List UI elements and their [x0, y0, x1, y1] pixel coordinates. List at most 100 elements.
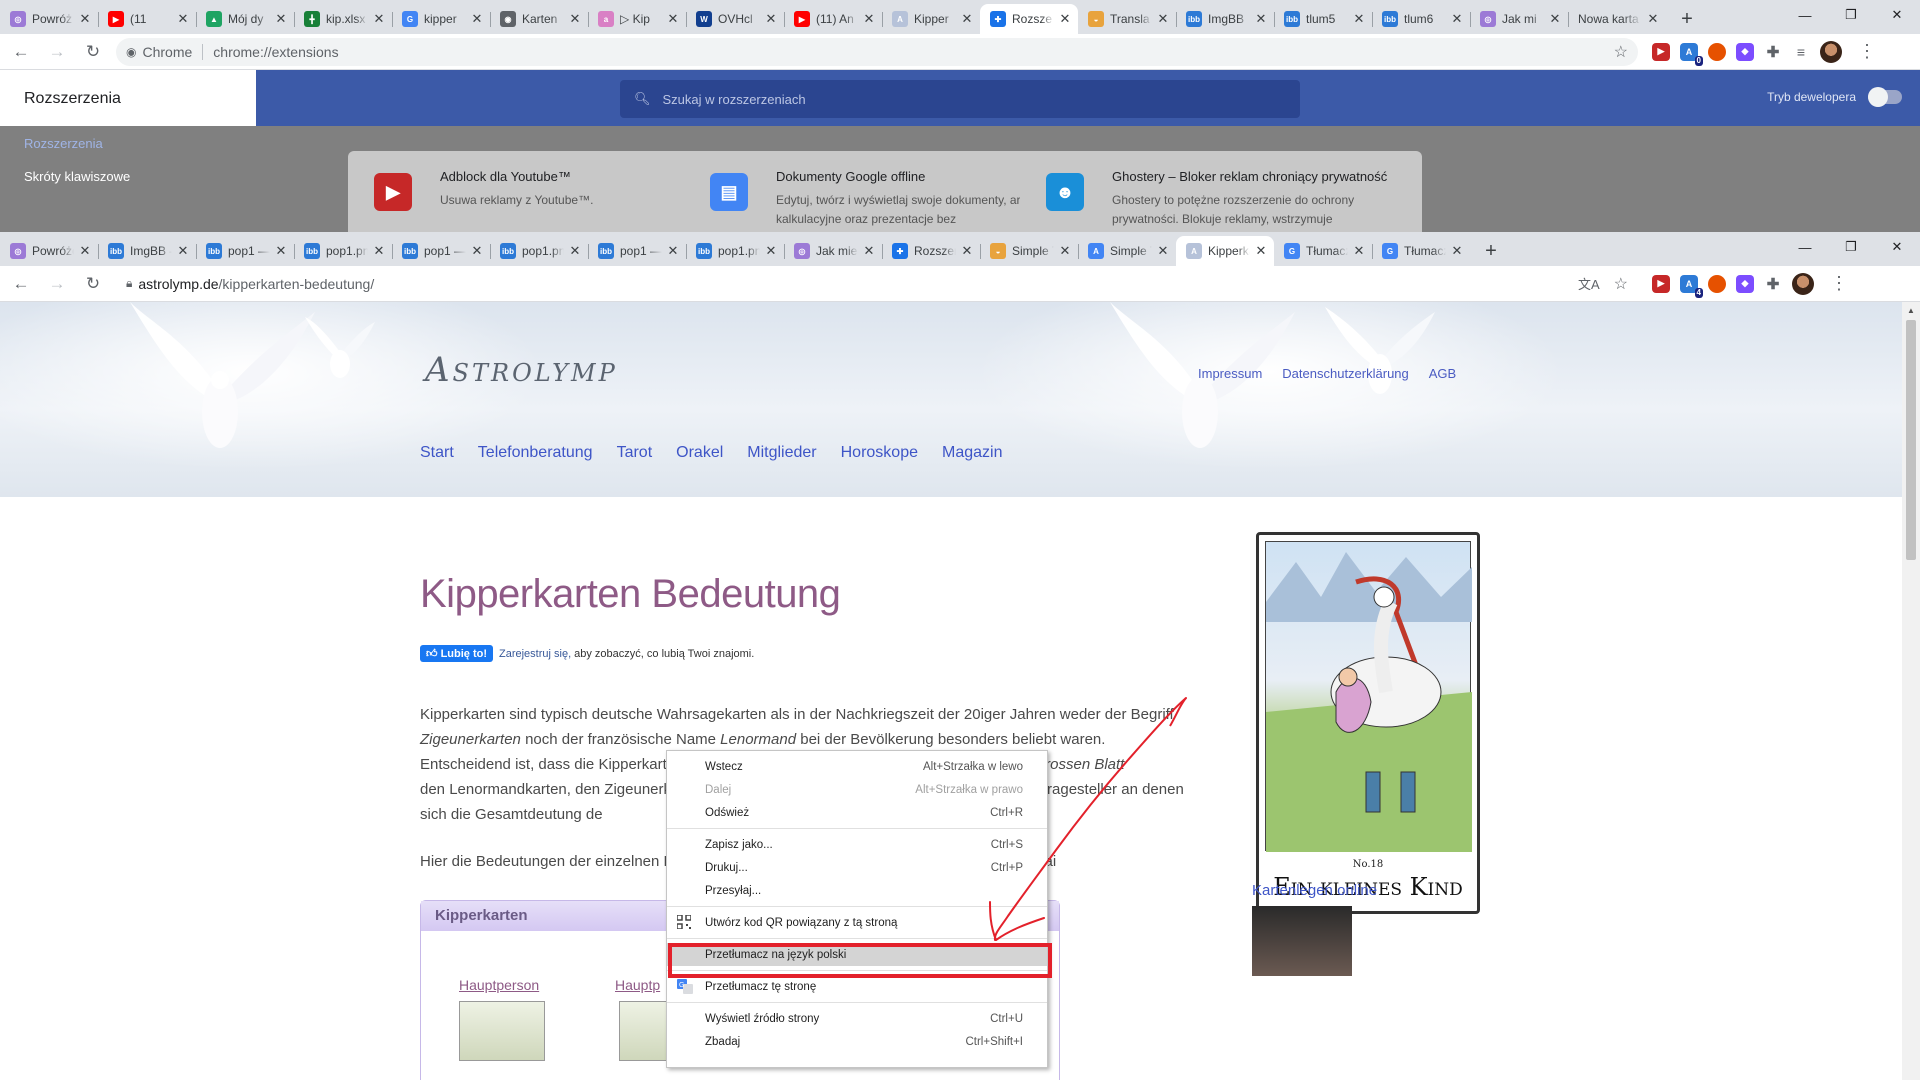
- close-window-icon[interactable]: ✕: [1874, 0, 1920, 30]
- link-hauptperson[interactable]: Hauptperson: [459, 977, 539, 993]
- tab[interactable]: Nowa karta ✕: [1568, 4, 1666, 34]
- context-menu-item[interactable]: Utwórz kod QR powiązany z tą stroną: [667, 911, 1047, 934]
- tab[interactable]: ╋ kip.xlsx ✕: [294, 4, 392, 34]
- tab-close-icon[interactable]: ✕: [1254, 11, 1268, 27]
- tab[interactable]: A Kipper ✕: [882, 4, 980, 34]
- tab[interactable]: ibb pop1 — ✕: [588, 236, 686, 266]
- tab[interactable]: ibb pop1.png ✕: [294, 236, 392, 266]
- tab-close-icon[interactable]: ✕: [1156, 11, 1170, 27]
- kartenlegen-online-link[interactable]: Kartenlegen online: [1252, 882, 1377, 899]
- tab-close-icon[interactable]: ✕: [960, 243, 974, 259]
- tab[interactable]: ✚ Rozsze ✕: [980, 4, 1078, 34]
- tab-close-icon[interactable]: ✕: [372, 243, 386, 259]
- advisor-photo[interactable]: [1252, 906, 1352, 976]
- adblock-extension-icon[interactable]: ▶: [1652, 274, 1670, 293]
- page-scrollbar[interactable]: ▲: [1902, 302, 1920, 1080]
- media-control-icon[interactable]: ≡: [1792, 43, 1810, 61]
- nav-item[interactable]: Tarot: [617, 444, 653, 462]
- tab[interactable]: ◎ Powróże ✕: [0, 236, 98, 266]
- tab[interactable]: W OVHcl ✕: [686, 4, 784, 34]
- restore-icon[interactable]: ❐: [1828, 232, 1874, 262]
- sidebar-item-shortcuts[interactable]: Skróty klawiszowe: [24, 169, 130, 184]
- new-tab-button[interactable]: +: [1476, 236, 1506, 266]
- context-menu-item[interactable]: Dalej Alt+Strzałka w prawo: [667, 778, 1047, 801]
- tab[interactable]: ▲ Mój dy ✕: [196, 4, 294, 34]
- puzzle-icon[interactable]: ✚: [1764, 275, 1782, 293]
- context-menu-item[interactable]: Odśwież Ctrl+R: [667, 801, 1047, 824]
- tab[interactable]: ibb ImgBB — ✕: [98, 236, 196, 266]
- back-icon[interactable]: ←: [6, 37, 36, 67]
- tab-close-icon[interactable]: ✕: [470, 11, 484, 27]
- tab[interactable]: a ▷ Kip ✕: [588, 4, 686, 34]
- tab-close-icon[interactable]: ✕: [666, 243, 680, 259]
- tab[interactable]: G Tłumacz ✕: [1274, 236, 1372, 266]
- sidebar-item-extensions[interactable]: Rozszerzenia: [24, 136, 103, 151]
- context-menu-item[interactable]: Zbadaj Ctrl+Shift+I: [667, 1030, 1047, 1053]
- tab[interactable]: ◎ Jak mi ✕: [1470, 4, 1568, 34]
- purple-extension-icon[interactable]: ◆: [1736, 274, 1754, 293]
- purple-extension-icon[interactable]: ◆: [1736, 42, 1754, 61]
- facebook-register-link[interactable]: Zarejestruj się,: [499, 648, 571, 660]
- context-menu-item[interactable]: Wstecz Alt+Strzałka w lewo: [667, 755, 1047, 778]
- translate-extension-icon[interactable]: A0: [1680, 42, 1703, 66]
- developer-mode-toggle[interactable]: [1868, 87, 1902, 107]
- card-thumbnail[interactable]: [459, 1001, 545, 1061]
- tab[interactable]: ◉ Karten ✕: [490, 4, 588, 34]
- tab[interactable]: ▶ (11) An ✕: [784, 4, 882, 34]
- translate-extension-icon[interactable]: A4: [1680, 274, 1703, 298]
- close-window-icon[interactable]: ✕: [1874, 232, 1920, 262]
- tab-close-icon[interactable]: ✕: [568, 11, 582, 27]
- tab[interactable]: ▶ (11 ✕: [98, 4, 196, 34]
- avatar[interactable]: [1820, 40, 1842, 63]
- nav-item[interactable]: Magazin: [942, 444, 1002, 462]
- link-agb[interactable]: AGB: [1429, 366, 1456, 381]
- tab-close-icon[interactable]: ✕: [78, 11, 92, 27]
- tab-close-icon[interactable]: ✕: [176, 243, 190, 259]
- tab[interactable]: ibb pop1 — I ✕: [196, 236, 294, 266]
- new-tab-button[interactable]: +: [1672, 4, 1702, 34]
- tab-close-icon[interactable]: ✕: [764, 243, 778, 259]
- tab-close-icon[interactable]: ✕: [862, 11, 876, 27]
- nav-item[interactable]: Start: [420, 444, 454, 462]
- tab-close-icon[interactable]: ✕: [176, 11, 190, 27]
- tab-close-icon[interactable]: ✕: [274, 11, 288, 27]
- minimize-icon[interactable]: —: [1782, 232, 1828, 262]
- extension-card[interactable]: ☻ Ghostery – Bloker reklam chroniący pryw…: [1020, 151, 1422, 232]
- nav-item[interactable]: Telefonberatung: [478, 444, 593, 462]
- nav-item[interactable]: Mitglieder: [747, 444, 816, 462]
- tab-close-icon[interactable]: ✕: [1254, 243, 1268, 259]
- link-impressum[interactable]: Impressum: [1198, 366, 1262, 381]
- tab-close-icon[interactable]: ✕: [1450, 11, 1464, 27]
- tab[interactable]: Gkipper ✕: [392, 4, 490, 34]
- tab-close-icon[interactable]: ✕: [764, 11, 778, 27]
- tab-close-icon[interactable]: ✕: [960, 11, 974, 27]
- bookmark-star-icon[interactable]: ☆: [1614, 42, 1628, 62]
- address-bar[interactable]: 🔒︎ astrolymp.de /kipperkarten-bedeutung/…: [116, 269, 1638, 298]
- minimize-icon[interactable]: —: [1782, 0, 1828, 30]
- tab-close-icon[interactable]: ✕: [470, 243, 484, 259]
- avatar[interactable]: [1792, 272, 1814, 295]
- nav-item[interactable]: Horoskope: [841, 444, 918, 462]
- nav-item[interactable]: Orakel: [676, 444, 723, 462]
- tab[interactable]: ✚ Rozszerz ✕: [882, 236, 980, 266]
- tab[interactable]: ◒ Transla ✕: [1078, 4, 1176, 34]
- menu-kebab-icon[interactable]: ⋮: [1830, 273, 1848, 294]
- tab-close-icon[interactable]: ✕: [1548, 11, 1562, 27]
- back-icon[interactable]: ←: [6, 269, 36, 299]
- restore-icon[interactable]: ❐: [1828, 0, 1874, 30]
- tab[interactable]: ◎ Jak mieć ✕: [784, 236, 882, 266]
- tab-close-icon[interactable]: ✕: [372, 11, 386, 27]
- tab-close-icon[interactable]: ✕: [1058, 243, 1072, 259]
- context-menu-item[interactable]: Drukuj... Ctrl+P: [667, 856, 1047, 879]
- extensions-search-input[interactable]: 🔍︎ Szukaj w rozszerzeniach: [620, 80, 1300, 118]
- tab-close-icon[interactable]: ✕: [1352, 11, 1366, 27]
- context-menu-item[interactable]: Zapisz jako... Ctrl+S: [667, 833, 1047, 856]
- tab-close-icon[interactable]: ✕: [862, 243, 876, 259]
- tab-close-icon[interactable]: ✕: [666, 11, 680, 27]
- tab-close-icon[interactable]: ✕: [1450, 243, 1464, 259]
- translate-page-icon[interactable]: 文A: [1578, 274, 1600, 293]
- tab[interactable]: ibb tlum6 ✕: [1372, 4, 1470, 34]
- tab-close-icon[interactable]: ✕: [274, 243, 288, 259]
- tab[interactable]: ◒ Simple T ✕: [980, 236, 1078, 266]
- bookmark-star-icon[interactable]: ☆: [1614, 274, 1628, 294]
